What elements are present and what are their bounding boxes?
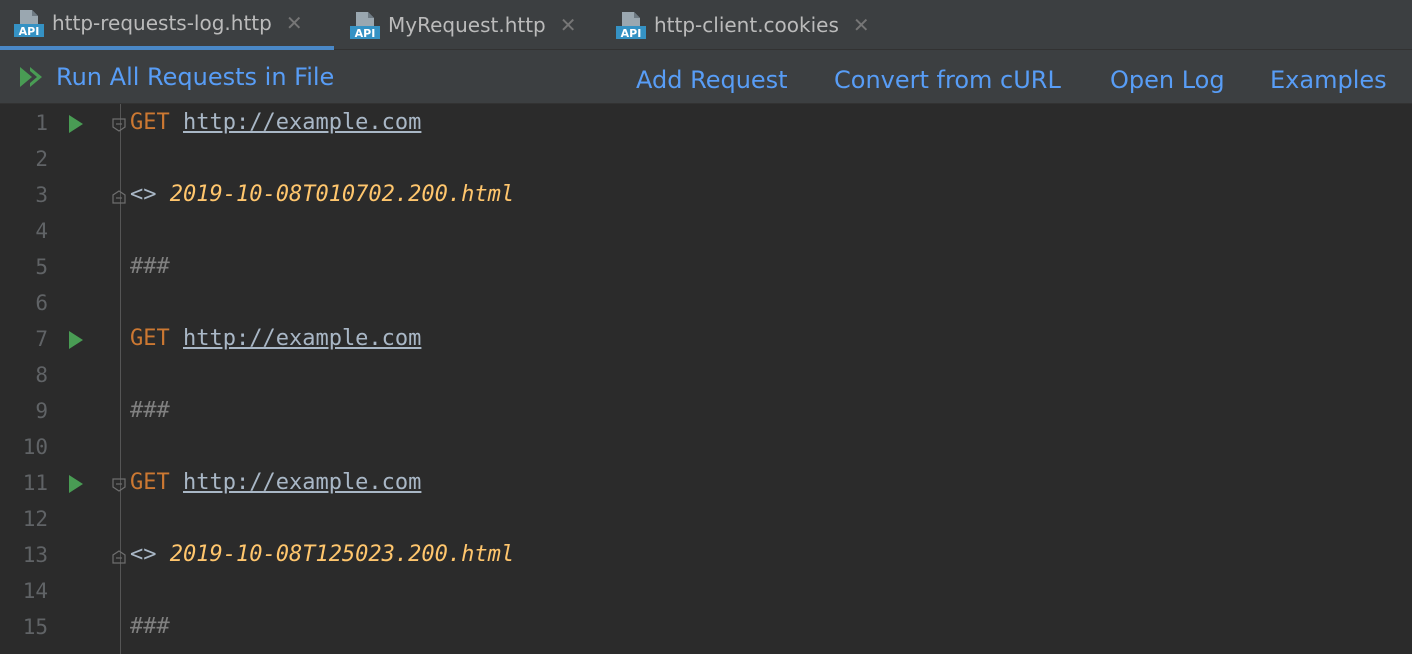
editor-line: 15 ###	[0, 610, 1412, 646]
editor-line: 11 GET http://example.com	[0, 466, 1412, 502]
examples-button[interactable]: Examples	[1270, 53, 1387, 107]
editor-line: 9 ###	[0, 394, 1412, 430]
request-url[interactable]: http://example.com	[183, 326, 421, 351]
request-separator: ###	[130, 398, 170, 423]
editor-line: 2	[0, 142, 1412, 178]
line-number: 7	[35, 327, 48, 351]
tab-http-client-cookies[interactable]: API http-client.cookies ✕	[600, 0, 900, 50]
request-url[interactable]: http://example.com	[183, 470, 421, 495]
editor-line: 7 GET http://example.com	[0, 322, 1412, 358]
editor-tab-bar: API http-requests-log.http ✕ API MyReque…	[0, 0, 1412, 50]
line-number: 6	[35, 291, 48, 315]
line-number: 5	[35, 255, 48, 279]
line-number: 1	[35, 111, 48, 135]
add-request-button[interactable]: Add Request	[636, 53, 788, 107]
line-number: 2	[35, 147, 48, 171]
line-number: 12	[22, 507, 48, 531]
line-number: 14	[22, 579, 48, 603]
fold-end-icon[interactable]	[112, 189, 126, 204]
response-marker: <>	[130, 182, 157, 207]
request-line: GET http://example.com	[130, 470, 421, 495]
tab-http-requests-log[interactable]: API http-requests-log.http ✕	[0, 0, 334, 50]
run-request-icon[interactable]	[69, 331, 83, 349]
editor-line: 6	[0, 286, 1412, 322]
fold-end-icon[interactable]	[112, 549, 126, 564]
editor-line: 13 <> 2019-10-08T125023.200.html	[0, 538, 1412, 574]
close-icon[interactable]: ✕	[286, 11, 303, 35]
line-number: 11	[22, 471, 48, 495]
tab-label: http-client.cookies	[654, 13, 839, 37]
editor-line: 4	[0, 214, 1412, 250]
tab-label: http-requests-log.http	[52, 11, 272, 35]
fold-start-icon[interactable]	[112, 477, 126, 492]
request-separator: ###	[130, 614, 170, 639]
response-line: <> 2019-10-08T125023.200.html	[130, 542, 514, 567]
request-line: GET http://example.com	[130, 110, 421, 135]
api-file-icon: API	[14, 8, 44, 38]
run-all-requests-button[interactable]: Run All Requests in File	[18, 50, 334, 104]
response-line: <> 2019-10-08T010702.200.html	[130, 182, 514, 207]
editor-line: 10	[0, 430, 1412, 466]
editor-line: 14	[0, 574, 1412, 610]
run-request-icon[interactable]	[69, 115, 83, 133]
http-method: GET	[130, 110, 170, 135]
code-editor[interactable]: 1 GET http://example.com 2 3 <> 2019-10-…	[0, 104, 1412, 654]
http-client-toolbar: Run All Requests in File Add Request Con…	[0, 50, 1412, 104]
request-line: GET http://example.com	[130, 326, 421, 351]
line-number: 4	[35, 219, 48, 243]
api-file-icon: API	[616, 10, 646, 40]
open-log-button[interactable]: Open Log	[1110, 53, 1225, 107]
line-number: 15	[22, 615, 48, 639]
api-file-icon: API	[350, 10, 380, 40]
line-number: 8	[35, 363, 48, 387]
run-all-icon	[18, 65, 46, 89]
fold-start-icon[interactable]	[112, 117, 126, 132]
editor-line: 5 ###	[0, 250, 1412, 286]
convert-from-curl-button[interactable]: Convert from cURL	[834, 53, 1061, 107]
run-request-icon[interactable]	[69, 475, 83, 493]
api-badge: API	[621, 27, 642, 40]
run-all-label: Run All Requests in File	[56, 63, 335, 91]
editor-line: 3 <> 2019-10-08T010702.200.html	[0, 178, 1412, 214]
http-method: GET	[130, 326, 170, 351]
tab-label: MyRequest.http	[388, 13, 546, 37]
editor-line: 12	[0, 502, 1412, 538]
line-number: 10	[22, 435, 48, 459]
api-badge: API	[355, 27, 376, 40]
close-icon[interactable]: ✕	[853, 13, 870, 37]
close-icon[interactable]: ✕	[560, 13, 577, 37]
response-file-link[interactable]: 2019-10-08T125023.200.html	[170, 542, 514, 567]
line-number: 3	[35, 183, 48, 207]
line-number: 9	[35, 399, 48, 423]
editor-line: 8	[0, 358, 1412, 394]
request-separator: ###	[130, 254, 170, 279]
editor-line: 1 GET http://example.com	[0, 106, 1412, 142]
tab-myrequest[interactable]: API MyRequest.http ✕	[334, 0, 600, 50]
response-marker: <>	[130, 542, 157, 567]
line-number: 13	[22, 543, 48, 567]
response-file-link[interactable]: 2019-10-08T010702.200.html	[170, 182, 514, 207]
api-badge: API	[19, 25, 40, 38]
http-method: GET	[130, 470, 170, 495]
request-url[interactable]: http://example.com	[183, 110, 421, 135]
